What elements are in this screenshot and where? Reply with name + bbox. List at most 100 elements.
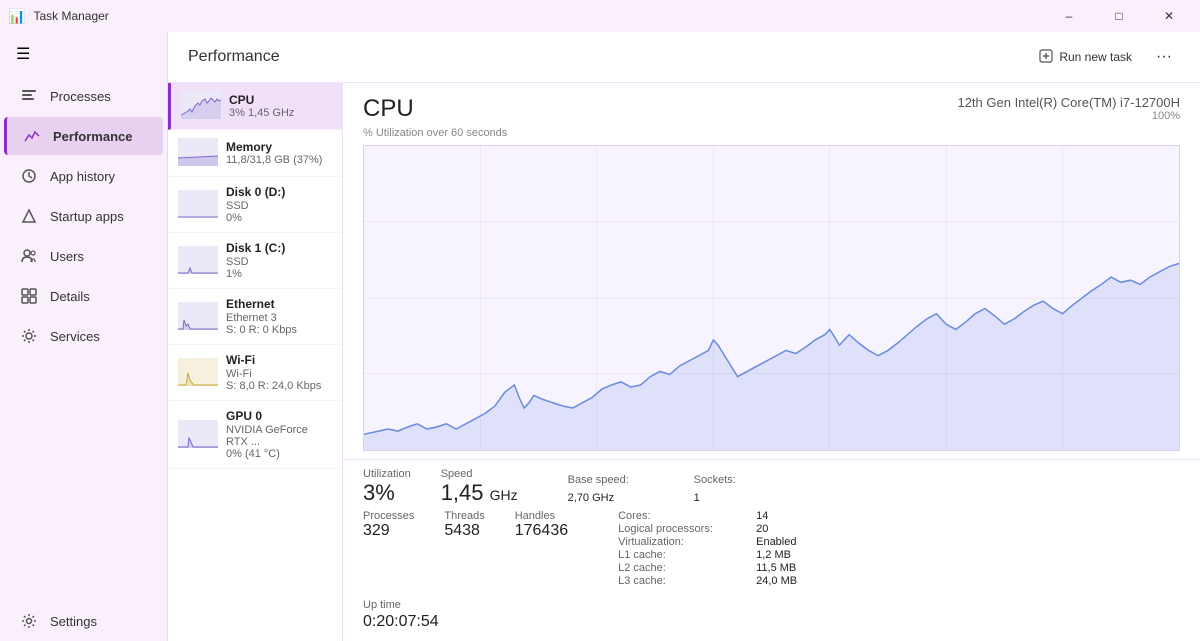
memory-name: Memory <box>226 140 332 154</box>
wifi-val: S: 8,0 R: 24,0 Kbps <box>226 380 332 392</box>
hamburger-button[interactable]: ☰ <box>0 32 167 76</box>
gpu0-info: GPU 0 NVIDIA GeForce RTX ... 0% (41 °C) <box>226 409 332 460</box>
detail-base-speed-val: 2,70 GHz <box>568 488 678 506</box>
cpu-chart-svg <box>364 146 1179 450</box>
memory-info: Memory 11,8/31,8 GB (37%) <box>226 140 332 166</box>
processes-label: Processes <box>363 510 414 522</box>
stats-row1: Utilization 3% Speed 1,45 GHz Base speed… <box>343 459 1200 508</box>
stat-handles: Handles 176436 <box>515 510 568 540</box>
sidebar-label-startup: Startup apps <box>50 209 124 224</box>
cpu-subtitle: % Utilization over 60 seconds <box>343 127 1200 145</box>
disk0-val: 0% <box>226 212 332 224</box>
device-item-disk1[interactable]: Disk 1 (C:) SSD 1% <box>168 233 342 289</box>
gpu0-val: 0% (41 °C) <box>226 448 332 460</box>
more-options-button[interactable]: ··· <box>1148 44 1180 70</box>
stat-processes: Processes 329 <box>363 510 414 540</box>
sidebar-label-processes: Processes <box>50 89 111 104</box>
device-item-gpu0[interactable]: GPU 0 NVIDIA GeForce RTX ... 0% (41 °C) <box>168 401 342 469</box>
sidebar-item-performance[interactable]: Performance <box>4 117 163 155</box>
stat-threads: Threads 5438 <box>444 510 484 540</box>
cpu-title: CPU <box>363 95 414 123</box>
hamburger-icon: ☰ <box>16 46 30 63</box>
ethernet-info: Ethernet Ethernet 3 S: 0 R: 0 Kbps <box>226 297 332 336</box>
stat-speed: Speed 1,45 GHz <box>441 468 518 506</box>
cpu-model: 12th Gen Intel(R) Core(TM) i7-12700H <box>957 95 1180 110</box>
cpu-section-header: CPU 12th Gen Intel(R) Core(TM) i7-12700H… <box>343 83 1200 127</box>
util-label: Utilization <box>363 468 411 480</box>
services-icon <box>20 327 38 345</box>
sidebar-item-app-history[interactable]: App history <box>4 157 163 195</box>
sidebar-bottom: Settings <box>0 601 167 641</box>
cores-key: Cores: <box>618 510 748 522</box>
cpu-util-percent: 100% <box>957 110 1180 122</box>
disk1-sparkline <box>178 246 218 276</box>
sidebar-label-performance: Performance <box>53 129 132 144</box>
handles-value: 176436 <box>515 522 568 540</box>
wifi-name: Wi-Fi <box>226 353 332 367</box>
sidebar: ☰ Processes Performance App history Star <box>0 32 168 641</box>
device-item-wifi[interactable]: Wi-Fi Wi-Fi S: 8,0 R: 24,0 Kbps <box>168 345 342 401</box>
uptime-value: 0:20:07:54 <box>363 613 439 630</box>
device-item-cpu[interactable]: CPU 3% 1,45 GHz <box>168 83 342 130</box>
stats-row2: Processes 329 Threads 5438 Handles 17643… <box>343 508 1200 595</box>
disk0-name: Disk 0 (D:) <box>226 185 332 199</box>
speed-value: 1,45 GHz <box>441 480 518 506</box>
sidebar-item-users[interactable]: Users <box>4 237 163 275</box>
app-history-icon <box>20 167 38 185</box>
speed-label: Speed <box>441 468 518 480</box>
l3-val: 24,0 MB <box>756 575 856 587</box>
detail-base-speed-key: Base speed: <box>568 470 678 488</box>
sidebar-item-details[interactable]: Details <box>4 277 163 315</box>
sidebar-label-users: Users <box>50 249 84 264</box>
detail-sockets-key: Sockets: <box>694 470 794 488</box>
detail-sockets-val: 1 <box>694 488 794 506</box>
processes-value: 329 <box>363 522 414 540</box>
gpu0-sub2: NVIDIA GeForce RTX ... <box>226 424 332 448</box>
settings-icon <box>20 612 38 630</box>
device-item-ethernet[interactable]: Ethernet Ethernet 3 S: 0 R: 0 Kbps <box>168 289 342 345</box>
ethernet-sub2: Ethernet 3 <box>226 312 332 324</box>
title-bar-left: 📊 Task Manager <box>8 8 109 25</box>
threads-value: 5438 <box>444 522 484 540</box>
sidebar-label-app-history: App history <box>50 169 115 184</box>
l1-key: L1 cache: <box>618 549 748 561</box>
wifi-info: Wi-Fi Wi-Fi S: 8,0 R: 24,0 Kbps <box>226 353 332 392</box>
users-icon <box>20 247 38 265</box>
minimize-button[interactable]: – <box>1046 0 1092 32</box>
l2-val: 11,5 MB <box>756 562 856 574</box>
virt-val: Enabled <box>756 536 856 548</box>
device-item-disk0[interactable]: Disk 0 (D:) SSD 0% <box>168 177 342 233</box>
gpu0-sparkline <box>178 420 218 450</box>
cpu-val: 3% 1,45 GHz <box>229 107 332 119</box>
memory-val: 11,8/31,8 GB (37%) <box>226 154 332 166</box>
ethernet-val: S: 0 R: 0 Kbps <box>226 324 332 336</box>
run-new-task-button[interactable]: Run new task <box>1031 45 1140 70</box>
performance-detail: CPU 12th Gen Intel(R) Core(TM) i7-12700H… <box>343 83 1200 641</box>
util-value: 3% <box>363 480 411 506</box>
maximize-button[interactable]: □ <box>1096 0 1142 32</box>
app-body: ☰ Processes Performance App history Star <box>0 32 1200 641</box>
uptime-row: Up time 0:20:07:54 <box>343 595 1200 641</box>
ethernet-sparkline <box>178 302 218 332</box>
sidebar-label-settings: Settings <box>50 614 97 629</box>
detail-grid: Base speed: Sockets: 2,70 GHz 1 <box>568 470 910 506</box>
sidebar-item-startup-apps[interactable]: Startup apps <box>4 197 163 235</box>
disk1-name: Disk 1 (C:) <box>226 241 332 255</box>
cpu-sparkline <box>181 91 221 121</box>
close-button[interactable]: ✕ <box>1146 0 1192 32</box>
sidebar-label-details: Details <box>50 289 90 304</box>
cpu-model-area: 12th Gen Intel(R) Core(TM) i7-12700H 100… <box>957 95 1180 122</box>
disk1-val: 1% <box>226 268 332 280</box>
wifi-sub2: Wi-Fi <box>226 368 332 380</box>
device-item-memory[interactable]: Memory 11,8/31,8 GB (37%) <box>168 130 342 177</box>
page-title: Performance <box>188 48 280 66</box>
detail-stats: Base speed: Sockets: 2,70 GHz 1 <box>568 470 910 506</box>
disk1-info: Disk 1 (C:) SSD 1% <box>226 241 332 280</box>
cpu-chart <box>363 145 1180 451</box>
sidebar-item-processes[interactable]: Processes <box>4 77 163 115</box>
process-stats: Processes 329 Threads 5438 Handles 17643… <box>363 510 568 540</box>
sidebar-item-services[interactable]: Services <box>4 317 163 355</box>
sidebar-item-settings[interactable]: Settings <box>4 602 163 640</box>
disk0-info: Disk 0 (D:) SSD 0% <box>226 185 332 224</box>
stat-utilization: Utilization 3% <box>363 468 411 506</box>
